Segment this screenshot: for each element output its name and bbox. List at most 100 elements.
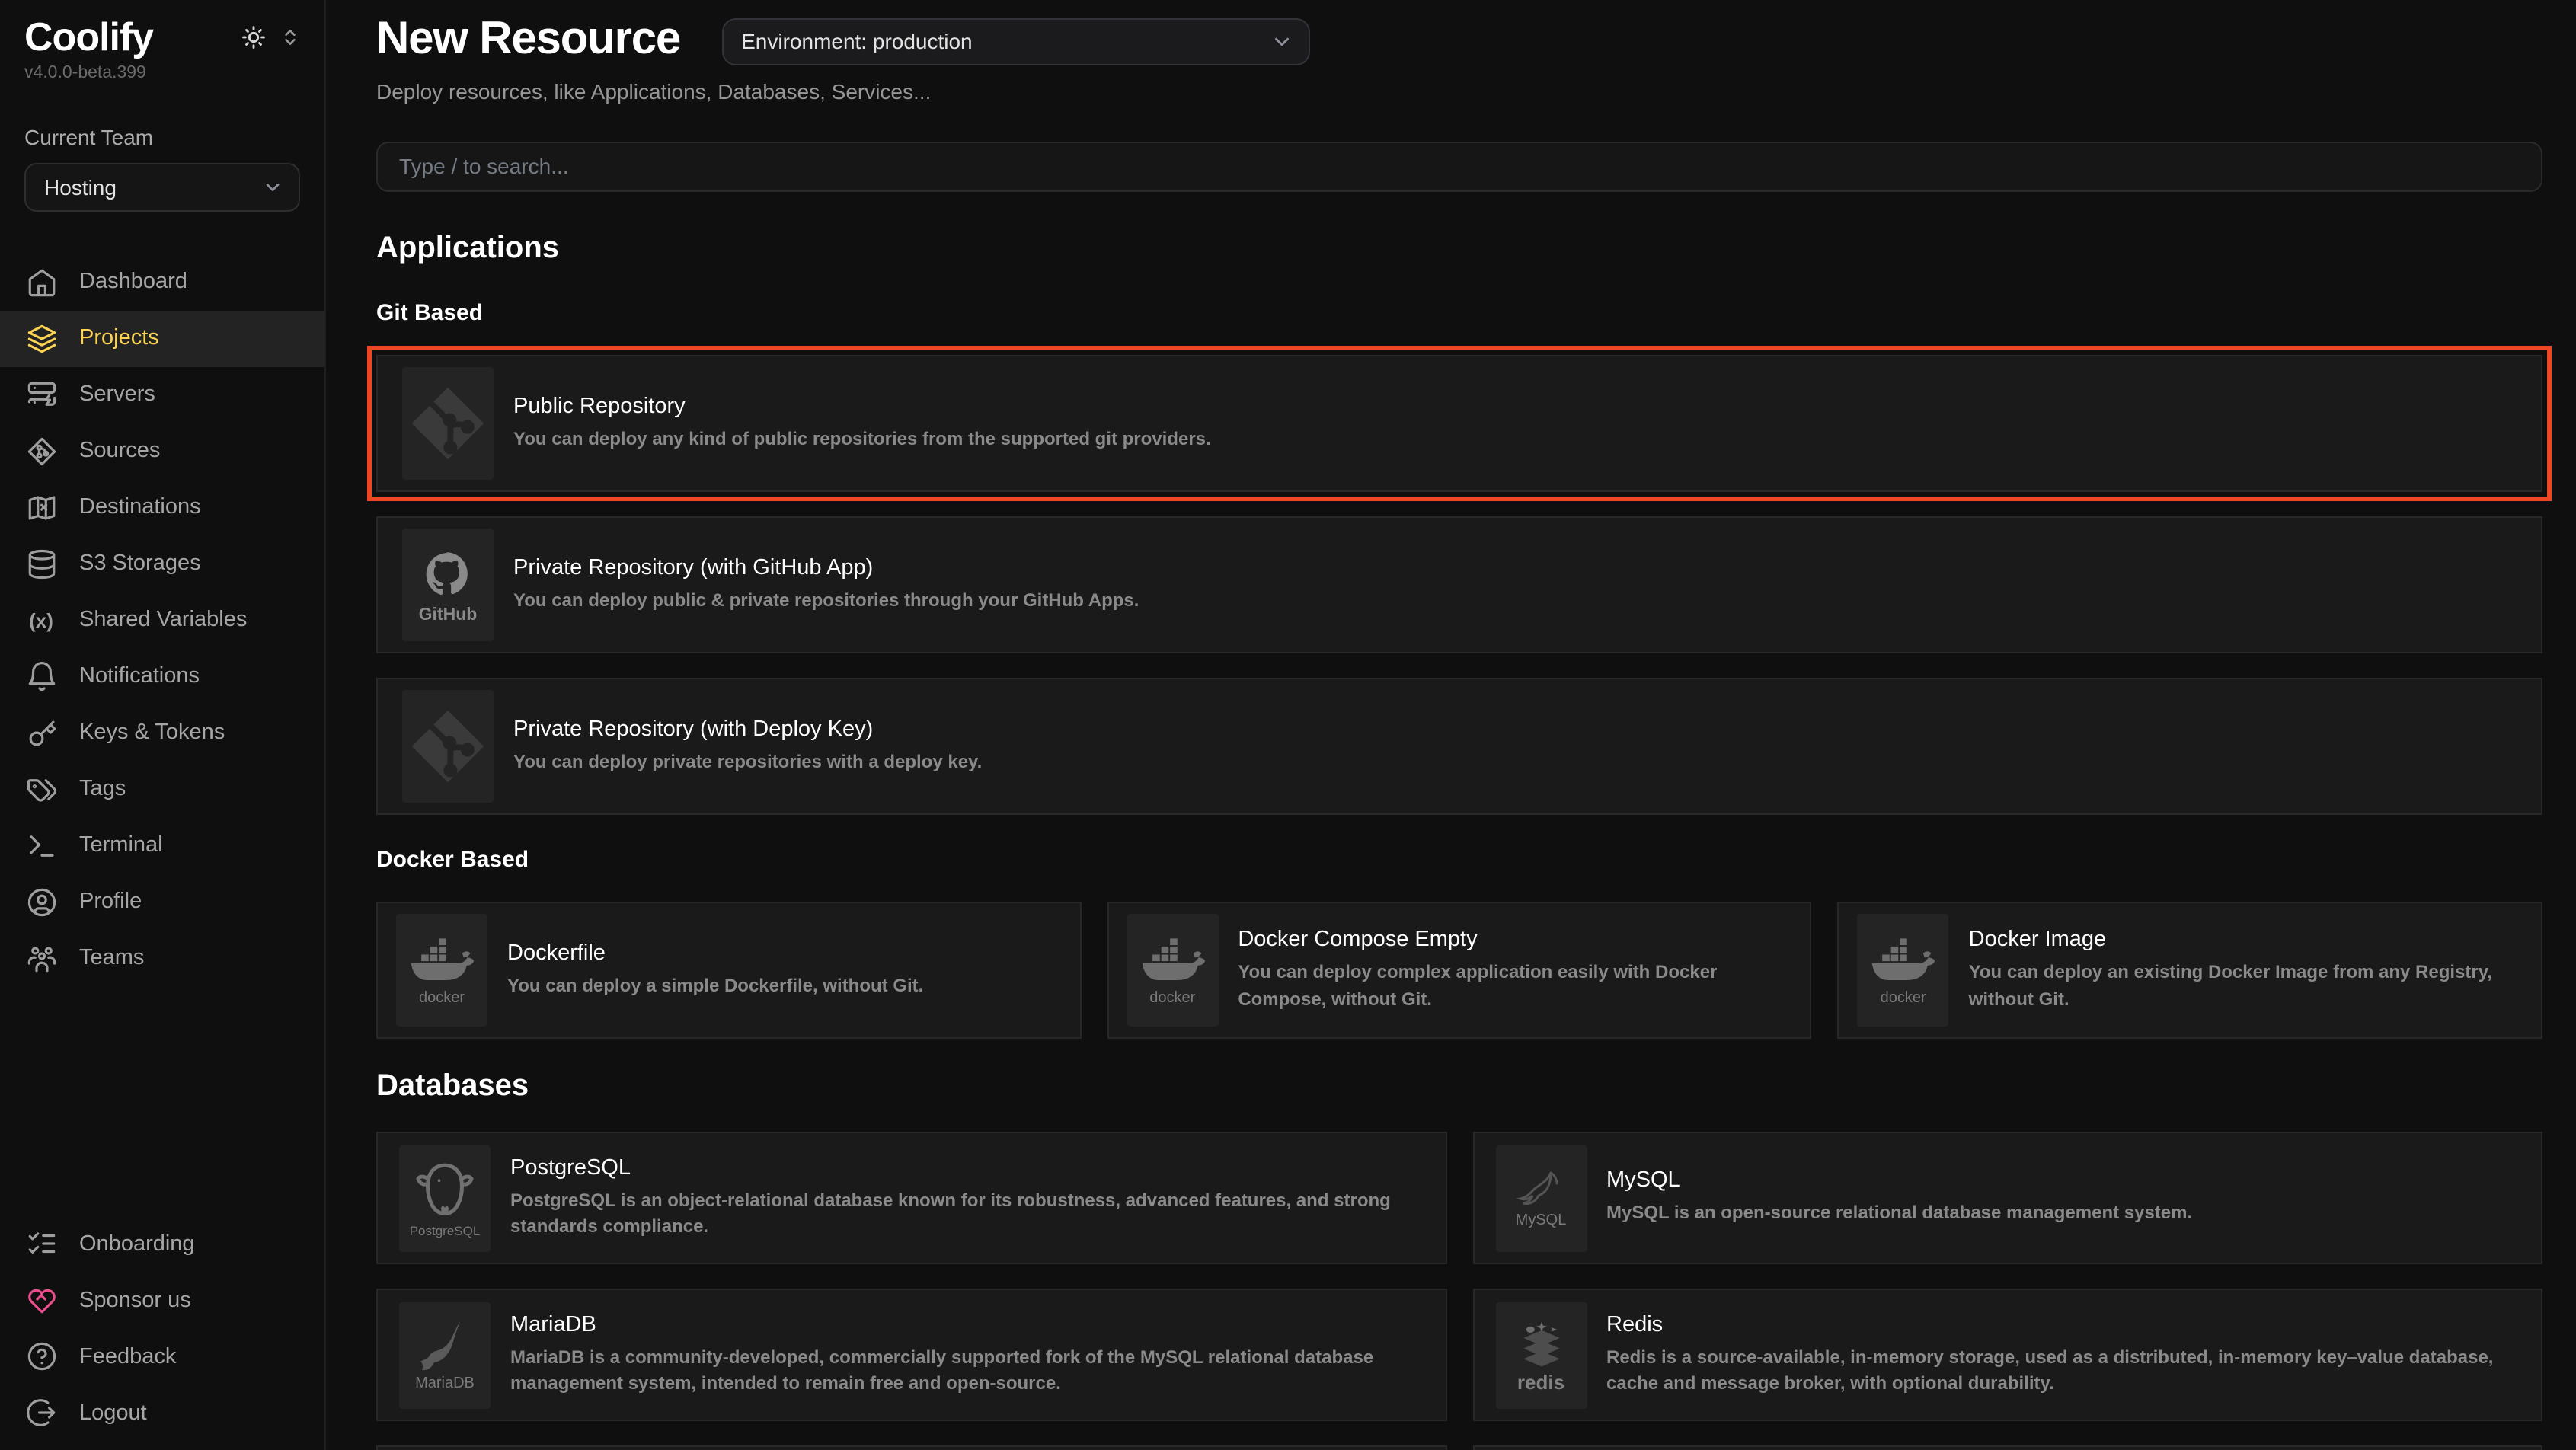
- card-mariadb[interactable]: MariaDB MariaDB MariaDB is a community-d…: [376, 1289, 1446, 1421]
- card-title: Redis: [1606, 1312, 2520, 1337]
- sidebar-item-label: Teams: [79, 946, 144, 970]
- git-card-list: Public Repository You can deploy any kin…: [376, 355, 2542, 815]
- sidebar-item-dashboard[interactable]: Dashboard: [0, 254, 324, 310]
- postgresql-wordmark: PostgreSQL: [410, 1225, 481, 1238]
- card-title: Dockerfile: [507, 941, 923, 966]
- card-mysql[interactable]: MySQL MySQL MySQL is an open-source rela…: [1472, 1132, 2542, 1264]
- card-docker-compose-empty[interactable]: docker Docker Compose Empty You can depl…: [1107, 902, 1811, 1039]
- card-private-repository-github-app[interactable]: GitHub Private Repository (with GitHub A…: [376, 516, 2542, 653]
- environment-select-value: Environment: production: [741, 30, 973, 54]
- page-title: New Resource: [376, 14, 680, 66]
- sidebar-item-label: Sources: [79, 439, 160, 463]
- card-description: MariaDB is a community-developed, commer…: [510, 1344, 1424, 1397]
- sidebar-item-projects[interactable]: Projects: [0, 310, 324, 366]
- sidebar-nav-bottom: Onboarding Sponsor us Feedback Logout: [24, 1215, 300, 1441]
- chevron-down-icon: [262, 176, 283, 197]
- sidebar-item-label: Sponsor us: [79, 1288, 191, 1312]
- sun-icon[interactable]: [241, 24, 267, 50]
- sidebar-item-label: Servers: [79, 382, 155, 407]
- card-title: PostgreSQL: [510, 1155, 1424, 1180]
- chevrons-up-down-icon[interactable]: [280, 27, 300, 47]
- team-select[interactable]: Hosting: [24, 162, 300, 211]
- card-partial[interactable]: [1472, 1445, 2542, 1450]
- environment-select[interactable]: Environment: production: [721, 18, 1309, 65]
- map-icon: [24, 490, 58, 524]
- sidebar-item-label: Terminal: [79, 833, 163, 858]
- sidebar-item-shared-variables[interactable]: (x) Shared Variables: [0, 592, 324, 648]
- card-description: You can deploy public & private reposito…: [513, 587, 1139, 614]
- sidebar-nav: Dashboard Projects Servers Sources: [24, 254, 300, 986]
- docker-wordmark: docker: [1149, 991, 1195, 1006]
- github-icon: GitHub: [402, 529, 494, 641]
- sidebar-item-servers[interactable]: Servers: [0, 366, 324, 423]
- sidebar-item-feedback[interactable]: Feedback: [0, 1328, 324, 1385]
- braces-x-icon: (x): [24, 603, 58, 637]
- sidebar-item-onboarding[interactable]: Onboarding: [0, 1215, 324, 1272]
- sidebar-item-label: Destinations: [79, 495, 201, 519]
- card-description: You can deploy a simple Dockerfile, with…: [507, 973, 923, 1000]
- tag-icon: [24, 772, 58, 806]
- github-wordmark: GitHub: [419, 607, 478, 624]
- sidebar-item-label: Onboarding: [79, 1231, 195, 1256]
- home-icon: [24, 265, 58, 299]
- card-partial[interactable]: [376, 1445, 1446, 1450]
- version-text: v4.0.0-beta.399: [24, 63, 300, 81]
- sidebar-item-label: Keys & Tokens: [79, 720, 225, 745]
- docker-card-list: docker Dockerfile You can deploy a simpl…: [376, 902, 2542, 1039]
- sidebar-item-keys-tokens[interactable]: Keys & Tokens: [0, 704, 324, 761]
- card-description: MySQL is an open-source relational datab…: [1606, 1201, 2192, 1228]
- postgresql-icon: PostgreSQL: [399, 1145, 491, 1251]
- key-icon: [24, 716, 58, 749]
- terminal-icon: [24, 829, 58, 862]
- sidebar-item-logout[interactable]: Logout: [0, 1385, 324, 1441]
- sidebar-item-notifications[interactable]: Notifications: [0, 648, 324, 704]
- card-dockerfile[interactable]: docker Dockerfile You can deploy a simpl…: [376, 902, 1081, 1039]
- sidebar-item-teams[interactable]: Teams: [0, 930, 324, 986]
- card-description: You can deploy an existing Docker Image …: [1969, 960, 2523, 1013]
- sidebar-item-label: Notifications: [79, 664, 200, 688]
- checklist-icon: [24, 1227, 58, 1260]
- sidebar-item-profile[interactable]: Profile: [0, 874, 324, 930]
- sidebar-item-label: Profile: [79, 889, 142, 914]
- mysql-icon: MySQL: [1495, 1145, 1587, 1251]
- card-description: Redis is a source-available, in-memory s…: [1606, 1344, 2520, 1397]
- search-input[interactable]: [376, 141, 2542, 191]
- layers-icon: [24, 321, 58, 355]
- docker-icon: docker: [1127, 914, 1218, 1027]
- sidebar-item-label: Feedback: [79, 1344, 176, 1369]
- card-public-repository[interactable]: Public Repository You can deploy any kin…: [376, 355, 2542, 492]
- applications-heading: Applications: [376, 231, 2542, 266]
- card-postgresql[interactable]: PostgreSQL PostgreSQL PostgreSQL is an o…: [376, 1132, 1446, 1264]
- docker-based-heading: Docker Based: [376, 847, 2542, 874]
- sidebar-item-s3-storages[interactable]: S3 Storages: [0, 535, 324, 592]
- mariadb-wordmark: MariaDB: [415, 1377, 475, 1392]
- main-content: New Resource Environment: production Dep…: [326, 0, 2576, 1450]
- git-icon: [402, 690, 494, 803]
- card-docker-image[interactable]: docker Docker Image You can deploy an ex…: [1838, 902, 2542, 1039]
- redis-wordmark: redis: [1517, 1372, 1564, 1391]
- card-private-repository-deploy-key[interactable]: Private Repository (with Deploy Key) You…: [376, 678, 2542, 815]
- card-description: You can deploy private repositories with…: [513, 749, 982, 775]
- sidebar-item-label: Shared Variables: [79, 608, 247, 632]
- git-diamond-icon: [24, 434, 58, 468]
- git-icon: [402, 367, 494, 480]
- sidebar-item-destinations[interactable]: Destinations: [0, 479, 324, 535]
- docker-wordmark: docker: [1881, 991, 1926, 1006]
- bell-icon: [24, 660, 58, 693]
- databases-heading: Databases: [376, 1069, 2542, 1104]
- card-redis[interactable]: redis Redis Redis is a source-available,…: [1472, 1289, 2542, 1421]
- app-logo: Coolify: [24, 15, 153, 59]
- card-description: You can deploy any kind of public reposi…: [513, 426, 1211, 452]
- heart-icon: [24, 1283, 58, 1317]
- sidebar-item-terminal[interactable]: Terminal: [0, 817, 324, 874]
- sidebar: Coolify v4.0.0-beta.399 Current Team Hos…: [0, 0, 326, 1450]
- sidebar-item-sponsor-us[interactable]: Sponsor us: [0, 1272, 324, 1328]
- card-title: MariaDB: [510, 1312, 1424, 1337]
- sidebar-item-tags[interactable]: Tags: [0, 761, 324, 817]
- database-icon: [24, 547, 58, 580]
- sidebar-item-sources[interactable]: Sources: [0, 423, 324, 479]
- sidebar-item-label: Projects: [79, 326, 159, 350]
- card-description: PostgreSQL is an object-relational datab…: [510, 1187, 1424, 1241]
- sidebar-item-label: S3 Storages: [79, 551, 201, 576]
- coolify-app: Coolify v4.0.0-beta.399 Current Team Hos…: [0, 0, 2576, 1450]
